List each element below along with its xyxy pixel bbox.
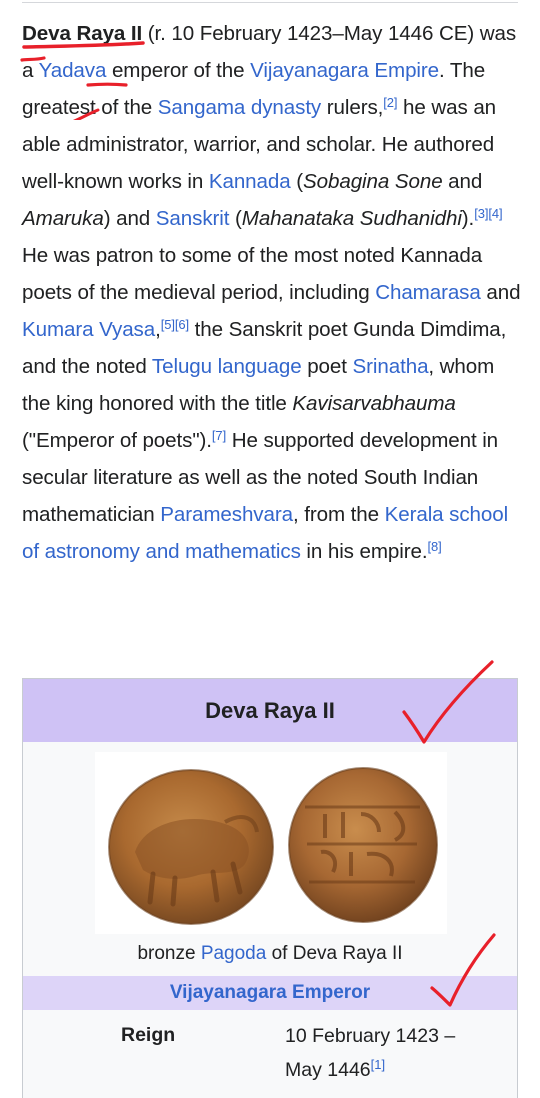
work-amaruka: Amaruka [22,207,104,230]
infobox: Deva Raya II bronze Pagoda of Deva Raya … [22,678,518,1098]
reign-value-text: 10 February 1423 – May 1446 [285,1025,456,1081]
citation-2[interactable]: [2] [383,95,397,110]
top-divider [22,2,518,3]
link-kumara-vyasa[interactable]: Kumara Vyasa [22,318,155,341]
text-run: emperor of the [106,59,251,82]
link-telugu-language[interactable]: Telugu language [152,355,302,378]
citation-4[interactable]: [4] [488,206,502,221]
text-run: ( [290,170,303,193]
text-run: and [442,170,483,193]
link-yadava[interactable]: Yadava [39,59,107,82]
link-kannada[interactable]: Kannada [209,170,291,193]
infobox-title: Deva Raya II [23,679,517,742]
text-run: in his empire. [300,540,428,563]
text-run: ( [229,207,242,230]
link-srinatha[interactable]: Srinatha [353,355,429,378]
text-run: ) and [103,207,156,230]
link-pagoda[interactable]: Pagoda [201,943,267,965]
link-chamarasa[interactable]: Chamarasa [375,281,481,304]
link-vijayanagara-empire[interactable]: Vijayanagara Empire [250,59,439,82]
text-run: ). [461,207,475,230]
coin-reverse [288,767,438,923]
citation-7[interactable]: [7] [212,428,226,443]
infobox-section-header[interactable]: Vijayanagara Emperor [23,976,517,1010]
text-run: , from the [292,503,385,526]
citation-1[interactable]: [1] [371,1057,385,1072]
text-run: rulers, [321,96,384,119]
work-mahanataka-sudhanidhi: Mahanataka Sudhanidhi [241,207,462,230]
coin-image[interactable] [95,752,447,934]
bronze-coins-illustration [108,767,438,925]
text-run: ("Emperor of poets"). [22,429,212,452]
reign-value: 10 February 1423 – May 1446[1] [285,1019,495,1087]
citation-6[interactable]: [6] [175,317,189,332]
article-paragraph: Deva Raya II (r. 10 February 1423–May 14… [22,15,522,570]
link-parameshvara[interactable]: Parameshvara [160,503,293,526]
link-sangama-dynasty[interactable]: Sangama dynasty [158,96,321,119]
reign-label: Reign [121,1024,176,1046]
text-run: and [480,281,521,304]
text-run: poet [301,355,353,378]
title-kavisarvabhauma: Kavisarvabhauma [292,392,456,415]
coin-obverse [108,769,274,925]
caption-text: bronze [137,943,201,964]
citation-8[interactable]: [8] [427,539,441,554]
citation-3[interactable]: [3] [474,206,488,221]
link-sanskrit[interactable]: Sanskrit [156,207,230,230]
citation-5[interactable]: [5] [161,317,175,332]
article-subject: Deva Raya II [22,22,143,45]
caption-text: of Deva Raya II [266,943,403,964]
work-sobagina-sone: Sobagina Sone [303,170,443,193]
infobox-caption: bronze Pagoda of Deva Raya II [23,934,517,974]
